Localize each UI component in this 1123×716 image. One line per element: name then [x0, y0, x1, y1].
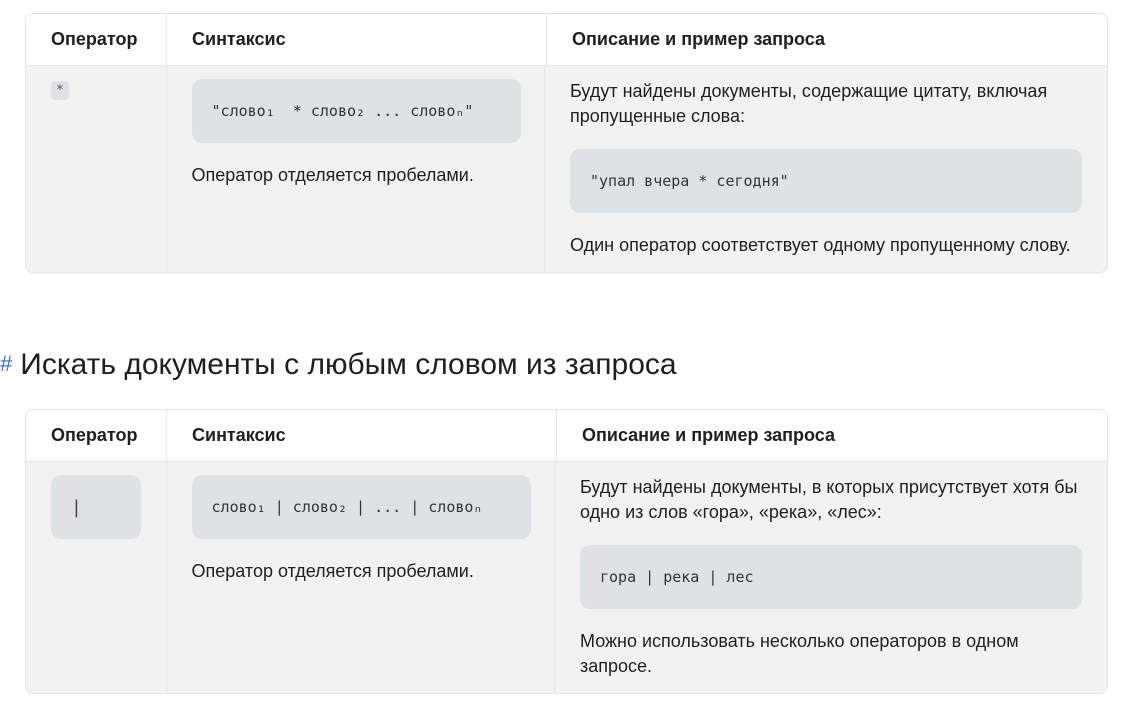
operator-cell: |: [26, 462, 167, 693]
header-operator: Оператор: [26, 410, 167, 461]
section-heading: # Искать документы с любым словом из запр…: [0, 348, 677, 382]
description-cell: Будут найдены документы, в которых прису…: [555, 462, 1107, 693]
table-row: * "слово₁ * слово₂ ... словоₙ" Оператор …: [26, 66, 1107, 272]
header-description: Описание и пример запроса: [572, 29, 826, 49]
header-syntax: Синтаксис: [167, 14, 547, 65]
operators-table-any-word: Оператор Синтаксис Описание и пример зап…: [25, 409, 1108, 694]
syntax-cell: слово₁ | слово₂ | ... | словоₙ Оператор …: [167, 462, 555, 693]
syntax-note: Оператор отделяется пробелами.: [191, 561, 474, 581]
table-header: Оператор Синтаксис Описание и пример зап…: [26, 14, 1107, 66]
header-operator: Оператор: [26, 14, 167, 65]
anchor-link[interactable]: #: [0, 351, 12, 376]
header-syntax: Синтаксис: [167, 410, 557, 461]
syntax-code: слово₁ | слово₂ | ... | словоₙ: [191, 475, 531, 539]
section-title: Искать документы с любым словом из запро…: [20, 348, 677, 381]
syntax-code: "слово₁ * слово₂ ... словоₙ": [191, 79, 521, 143]
operator-code: |: [51, 475, 141, 539]
description-text: Будут найдены документы, содержащие цита…: [570, 81, 1048, 126]
table-row: | слово₁ | слово₂ | ... | словоₙ Операто…: [26, 462, 1107, 693]
table-header: Оператор Синтаксис Описание и пример зап…: [26, 410, 1107, 462]
description-text: Будут найдены документы, в которых прису…: [580, 477, 1078, 522]
operators-table-quote: Оператор Синтаксис Описание и пример зап…: [25, 13, 1108, 273]
operator-code: *: [51, 81, 69, 100]
operator-cell: *: [26, 66, 167, 272]
description-note: Можно использовать несколько операторов …: [580, 631, 1019, 676]
description-note: Один оператор соответствует одному пропу…: [570, 235, 1071, 255]
example-code: гора | река | лес: [580, 545, 1082, 609]
example-code: "упал вчера * сегодня": [570, 149, 1082, 213]
header-description: Описание и пример запроса: [582, 425, 836, 445]
syntax-cell: "слово₁ * слово₂ ... словоₙ" Оператор от…: [167, 66, 545, 272]
syntax-note: Оператор отделяется пробелами.: [191, 165, 474, 185]
description-cell: Будут найдены документы, содержащие цита…: [545, 66, 1107, 272]
